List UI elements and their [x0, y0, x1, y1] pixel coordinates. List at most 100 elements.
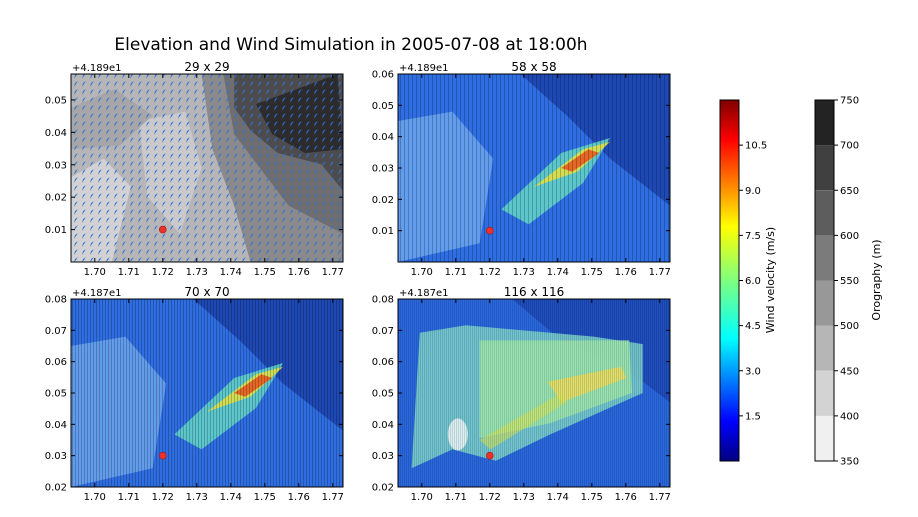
x-tick-label: 1.73 — [513, 492, 535, 503]
figure: Elevation and Wind Simulation in 2005-07… — [45, 35, 883, 503]
orography-colorbar-band — [815, 370, 834, 416]
y-tick-label: 0.05 — [45, 95, 67, 106]
colorbar-tick-label: 1.5 — [745, 411, 761, 422]
x-tick-label: 1.71 — [118, 492, 140, 503]
orography-colorbar-band — [815, 190, 834, 236]
orography-colorbar: 350 400 450 500 550 600 650 700 750 Orography (m… — [814, 96, 883, 468]
x-tick-label: 1.76 — [615, 492, 637, 503]
y-tick-label: 0.05 — [45, 389, 67, 400]
x-tick-label: 1.74 — [220, 492, 242, 503]
x-tick-label: 1.76 — [288, 492, 310, 503]
subplot-title: 116 x 116 — [504, 285, 565, 299]
x-tick-label: 1.73 — [186, 267, 208, 278]
x-tick-label: 1.74 — [220, 267, 242, 278]
y-tick-label: 0.03 — [372, 451, 394, 462]
location-marker — [159, 225, 167, 234]
colorbar-tick-label: 750 — [840, 96, 859, 107]
x-tick-label: 1.71 — [118, 267, 140, 278]
y-tick-label: 0.03 — [372, 164, 394, 175]
y-tick-label: 0.02 — [45, 193, 67, 204]
y-tick-label: 0.08 — [45, 295, 67, 306]
orography-colorbar-band — [815, 415, 834, 461]
x-tick-label: 1.72 — [152, 267, 174, 278]
location-marker — [485, 451, 494, 460]
field-map — [71, 74, 343, 262]
y-tick-label: 0.06 — [372, 357, 394, 368]
y-tick-label: 0.05 — [372, 101, 394, 112]
y-tick-label: 0.04 — [372, 420, 394, 431]
y-tick-label: 0.02 — [372, 195, 394, 206]
colorbar-tick-label: 10.5 — [745, 141, 767, 152]
colorbar-tick-label: 6.0 — [745, 276, 761, 287]
orography-colorbar-band — [815, 100, 834, 146]
colorbar-tick-label: 400 — [840, 411, 859, 422]
y-tick-label: 0.06 — [45, 357, 67, 368]
subplot-title: 29 x 29 — [184, 60, 229, 74]
y-tick-label: 0.04 — [372, 132, 394, 143]
subplot-58: 1.70 1.71 1.72 1.73 1.74 1.75 1.76 1.77 0.01 0.02… — [372, 60, 671, 278]
colorbar-tick-label: 500 — [840, 321, 859, 332]
subplot-116: 1.70 1.71 1.72 1.73 1.74 1.75 1.76 1.77 0.02 0.03… — [372, 285, 671, 503]
wind-arrow-field — [71, 74, 343, 262]
subplot-29: 1.70 1.71 1.72 1.73 1.74 1.75 1.76 1.77 0.01 0.02… — [45, 60, 344, 278]
subplot-70: 1.70 1.71 1.72 1.73 1.74 1.75 1.76 1.77 0.02 0.03… — [45, 285, 344, 503]
subplot-title: 58 x 58 — [511, 60, 556, 74]
wind-velocity-colorbar-label: Wind velocity (m/s) — [764, 227, 777, 333]
x-tick-label: 1.72 — [152, 492, 174, 503]
y-tick-label: 0.07 — [372, 326, 394, 337]
figure-title: Elevation and Wind Simulation in 2005-07… — [114, 35, 587, 55]
orography-colorbar-ticks: 350 400 450 500 550 600 650 700 750 — [834, 96, 859, 468]
orography-colorbar-band — [815, 280, 834, 326]
y-tick-label: 0.01 — [45, 225, 67, 236]
location-marker — [485, 226, 494, 235]
x-tick-label: 1.75 — [254, 267, 276, 278]
x-tick-label: 1.75 — [581, 267, 603, 278]
orography-colorbar-band — [815, 235, 834, 281]
wind-arrow-field — [398, 74, 670, 262]
colorbar-tick-label: 9.0 — [745, 186, 761, 197]
y-tick-label: 0.07 — [45, 326, 67, 337]
x-tick-label: 1.71 — [445, 267, 467, 278]
colorbar-tick-label: 650 — [840, 186, 859, 197]
x-tick-label: 1.74 — [547, 492, 569, 503]
x-tick-label: 1.77 — [322, 267, 344, 278]
colorbar-tick-label: 450 — [840, 366, 859, 377]
x-tick-label: 1.77 — [322, 492, 344, 503]
field-map — [398, 74, 670, 262]
wind-arrow-field — [398, 299, 670, 487]
x-tick-label: 1.70 — [411, 492, 433, 503]
x-tick-label: 1.75 — [581, 492, 603, 503]
x-tick-label: 1.73 — [513, 267, 535, 278]
orography-colorbar-band — [815, 145, 834, 191]
y-offset-label: +4.189e1 — [399, 63, 449, 74]
x-tick-label: 1.75 — [254, 492, 276, 503]
y-tick-label: 0.03 — [45, 451, 67, 462]
x-tick-label: 1.76 — [615, 267, 637, 278]
y-tick-label: 0.03 — [45, 160, 67, 171]
y-tick-label: 0.04 — [45, 128, 67, 139]
colorbar-tick-label: 4.5 — [745, 321, 761, 332]
y-tick-label: 0.02 — [372, 483, 394, 494]
x-tick-label: 1.76 — [288, 267, 310, 278]
location-marker — [159, 451, 167, 460]
y-tick-label: 0.01 — [372, 226, 394, 237]
field-map — [398, 299, 670, 487]
wind-velocity-colorbar-gradient — [719, 99, 740, 462]
x-tick-label: 1.77 — [649, 492, 671, 503]
orography-colorbar-bands — [815, 100, 834, 461]
colorbar-tick-label: 7.5 — [745, 231, 761, 242]
x-tick-label: 1.77 — [649, 267, 671, 278]
x-tick-label: 1.70 — [411, 267, 433, 278]
y-tick-label: 0.06 — [372, 70, 394, 81]
wind-velocity-colorbar: 1.5 3.0 4.5 6.0 7.5 9.0 10.5 Wind velocity (m/… — [719, 99, 777, 462]
y-tick-label: 0.04 — [45, 420, 67, 431]
wind-arrow-field — [71, 299, 343, 487]
x-tick-label: 1.70 — [84, 267, 106, 278]
y-offset-label: +4.187e1 — [399, 288, 449, 299]
x-tick-label: 1.72 — [479, 267, 501, 278]
colorbar-tick-label: 550 — [840, 276, 859, 287]
colorbar-tick-label: 700 — [840, 141, 859, 152]
colorbar-tick-label: 3.0 — [745, 366, 761, 377]
y-offset-label: +4.189e1 — [72, 63, 122, 74]
subplot-title: 70 x 70 — [184, 285, 229, 299]
